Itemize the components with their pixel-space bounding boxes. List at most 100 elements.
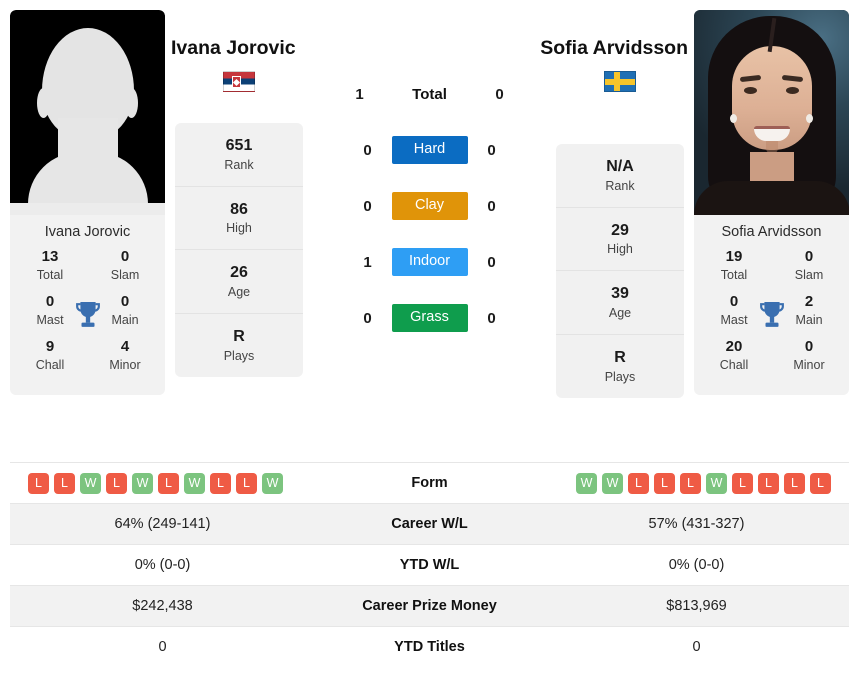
surface-badge-grass[interactable]: Grass bbox=[391, 304, 468, 332]
form-badge-w: W bbox=[80, 472, 101, 494]
form-badges-left: LLWLWLWLLW bbox=[10, 472, 315, 494]
player-card-right[interactable]: Sofia Arvidsson 19 Total 0 Slam 0 Mast 2… bbox=[694, 10, 849, 395]
h2h-indoor-left: 1 bbox=[363, 253, 372, 271]
form-badge-l: L bbox=[236, 472, 257, 494]
table-row-ytd-wl: 0% (0-0) YTD W/L 0% (0-0) bbox=[10, 544, 849, 586]
titles-row: 20 Chall 0 Minor bbox=[698, 338, 845, 373]
player-name-left[interactable]: Ivana Jorovic bbox=[171, 37, 296, 60]
form-badge-w: W bbox=[132, 472, 153, 494]
stat-cell: 29 High bbox=[556, 208, 684, 272]
stat-cell: N/A Rank bbox=[556, 144, 684, 208]
stat-label: Age bbox=[608, 306, 632, 321]
form-badge-l: L bbox=[106, 472, 127, 494]
stat-label: Plays bbox=[223, 348, 255, 363]
stat-value: 651 bbox=[225, 137, 253, 154]
title-stat-value: 0 bbox=[804, 338, 814, 355]
stat-value: 29 bbox=[611, 221, 629, 239]
player-heading-right: Sofia Arvidsson N/A Rank 29 High 39 Age bbox=[540, 10, 688, 398]
form-badge-l: L bbox=[758, 472, 779, 494]
title-stat-value: 0 bbox=[804, 248, 814, 265]
stat-cell: 39 Age bbox=[556, 271, 684, 336]
player-name-right[interactable]: Sofia Arvidsson bbox=[540, 37, 688, 60]
title-stat-label: Total bbox=[36, 267, 64, 282]
h2h-hard-left: 0 bbox=[363, 141, 372, 159]
title-stat-value: 13 bbox=[41, 248, 59, 265]
player-comparison-page: Ivana Jorovic 13 Total 0 Slam 0 Mast 0 M… bbox=[0, 0, 859, 681]
title-stat-value: 0 bbox=[120, 248, 130, 265]
career-prize-money-right: $813,969 bbox=[666, 598, 727, 614]
row-label-form: Form bbox=[411, 475, 448, 491]
trophy-icon bbox=[75, 302, 100, 327]
stat-cell: R Plays bbox=[556, 335, 684, 398]
h2h-grass-left: 0 bbox=[363, 309, 372, 327]
career-prize-money-left: $242,438 bbox=[132, 598, 193, 614]
portrait-smile bbox=[753, 126, 790, 141]
title-stat-label: Minor bbox=[793, 357, 825, 372]
form-cell-right: WWLLLWLLLL bbox=[544, 463, 849, 504]
stat-label: Plays bbox=[604, 369, 636, 384]
title-stat-value: 9 bbox=[45, 338, 55, 355]
title-stat-label: Main bbox=[111, 312, 139, 327]
title-stat-label: Mast bbox=[36, 312, 64, 327]
title-stat-value: 4 bbox=[120, 338, 130, 355]
form-badge-w: W bbox=[184, 472, 205, 494]
flag-serbia-icon bbox=[223, 71, 255, 92]
silhouette-ear-left-icon bbox=[37, 88, 50, 118]
portrait-eye-left bbox=[744, 87, 757, 94]
title-stat: 0 Main bbox=[95, 293, 155, 328]
titles-grid-left: 13 Total 0 Slam 0 Mast 0 Main 9 Chall 4 … bbox=[10, 248, 165, 395]
form-cell-left: LLWLWLWLLW bbox=[10, 463, 315, 504]
ytd-wl-left: 0% (0-0) bbox=[134, 557, 191, 573]
form-badge-l: L bbox=[680, 472, 701, 494]
portrait-eye-right bbox=[786, 87, 799, 94]
surface-badge-clay[interactable]: Clay bbox=[391, 192, 468, 220]
sweden-cross-horizontal bbox=[605, 79, 635, 85]
stat-value: N/A bbox=[606, 158, 634, 175]
title-stat-label: Main bbox=[795, 312, 823, 327]
photo-footer-strip bbox=[10, 203, 165, 215]
form-badge-l: L bbox=[732, 472, 753, 494]
form-badge-l: L bbox=[628, 472, 649, 494]
h2h-total-label: Total bbox=[412, 85, 447, 103]
form-badge-w: W bbox=[262, 472, 283, 494]
h2h-surface-row-clay: 0 Clay 0 bbox=[303, 178, 556, 234]
title-stat-label: Slam bbox=[110, 267, 140, 282]
row-label-career-wl: Career W/L bbox=[391, 516, 468, 532]
form-badge-l: L bbox=[784, 472, 805, 494]
player-heading-left: Ivana Jorovic 651 Rank 86 High 26 Age R … bbox=[171, 10, 303, 377]
stat-value: R bbox=[614, 349, 626, 367]
title-stat: 13 Total bbox=[20, 248, 80, 283]
comparison-header: Ivana Jorovic 13 Total 0 Slam 0 Mast 0 M… bbox=[0, 0, 859, 462]
title-stat: 0 Mast bbox=[704, 293, 764, 328]
title-stat: 20 Chall bbox=[704, 338, 764, 373]
h2h-surface-row-hard: 0 Hard 0 bbox=[303, 122, 556, 178]
title-stat: 9 Chall bbox=[20, 338, 80, 373]
row-label-ytd-wl: YTD W/L bbox=[399, 557, 460, 573]
titles-row: 13 Total 0 Slam bbox=[14, 248, 161, 283]
form-badge-l: L bbox=[810, 472, 831, 494]
player-card-name-left: Ivana Jorovic bbox=[44, 224, 131, 240]
trophy-icon bbox=[759, 302, 784, 327]
portrait-earring-right bbox=[806, 114, 813, 123]
title-stat: 0 Minor bbox=[779, 338, 839, 373]
surface-badge-hard[interactable]: Hard bbox=[391, 136, 468, 164]
form-badge-l: L bbox=[654, 472, 675, 494]
title-stat-label: Minor bbox=[109, 357, 141, 372]
stat-label: Rank bbox=[224, 157, 254, 172]
form-badge-w: W bbox=[706, 472, 727, 494]
title-stat-label: Chall bbox=[719, 357, 749, 372]
h2h-total-right: 0 bbox=[495, 85, 504, 103]
form-badge-w: W bbox=[602, 472, 623, 494]
player-card-name-right: Sofia Arvidsson bbox=[721, 224, 822, 240]
titles-row: 9 Chall 4 Minor bbox=[14, 338, 161, 373]
stat-cell: R Plays bbox=[175, 314, 303, 377]
surface-badge-indoor[interactable]: Indoor bbox=[391, 248, 468, 276]
title-stat: 2 Main bbox=[779, 293, 839, 328]
stat-label: High bbox=[607, 242, 633, 257]
h2h-grass-right: 0 bbox=[487, 309, 496, 327]
title-stat: 4 Minor bbox=[95, 338, 155, 373]
title-stat-value: 19 bbox=[725, 248, 743, 265]
ytd-titles-right: 0 bbox=[692, 639, 701, 656]
player-card-left[interactable]: Ivana Jorovic 13 Total 0 Slam 0 Mast 0 M… bbox=[10, 10, 165, 395]
portrait-earring-left bbox=[730, 114, 737, 123]
